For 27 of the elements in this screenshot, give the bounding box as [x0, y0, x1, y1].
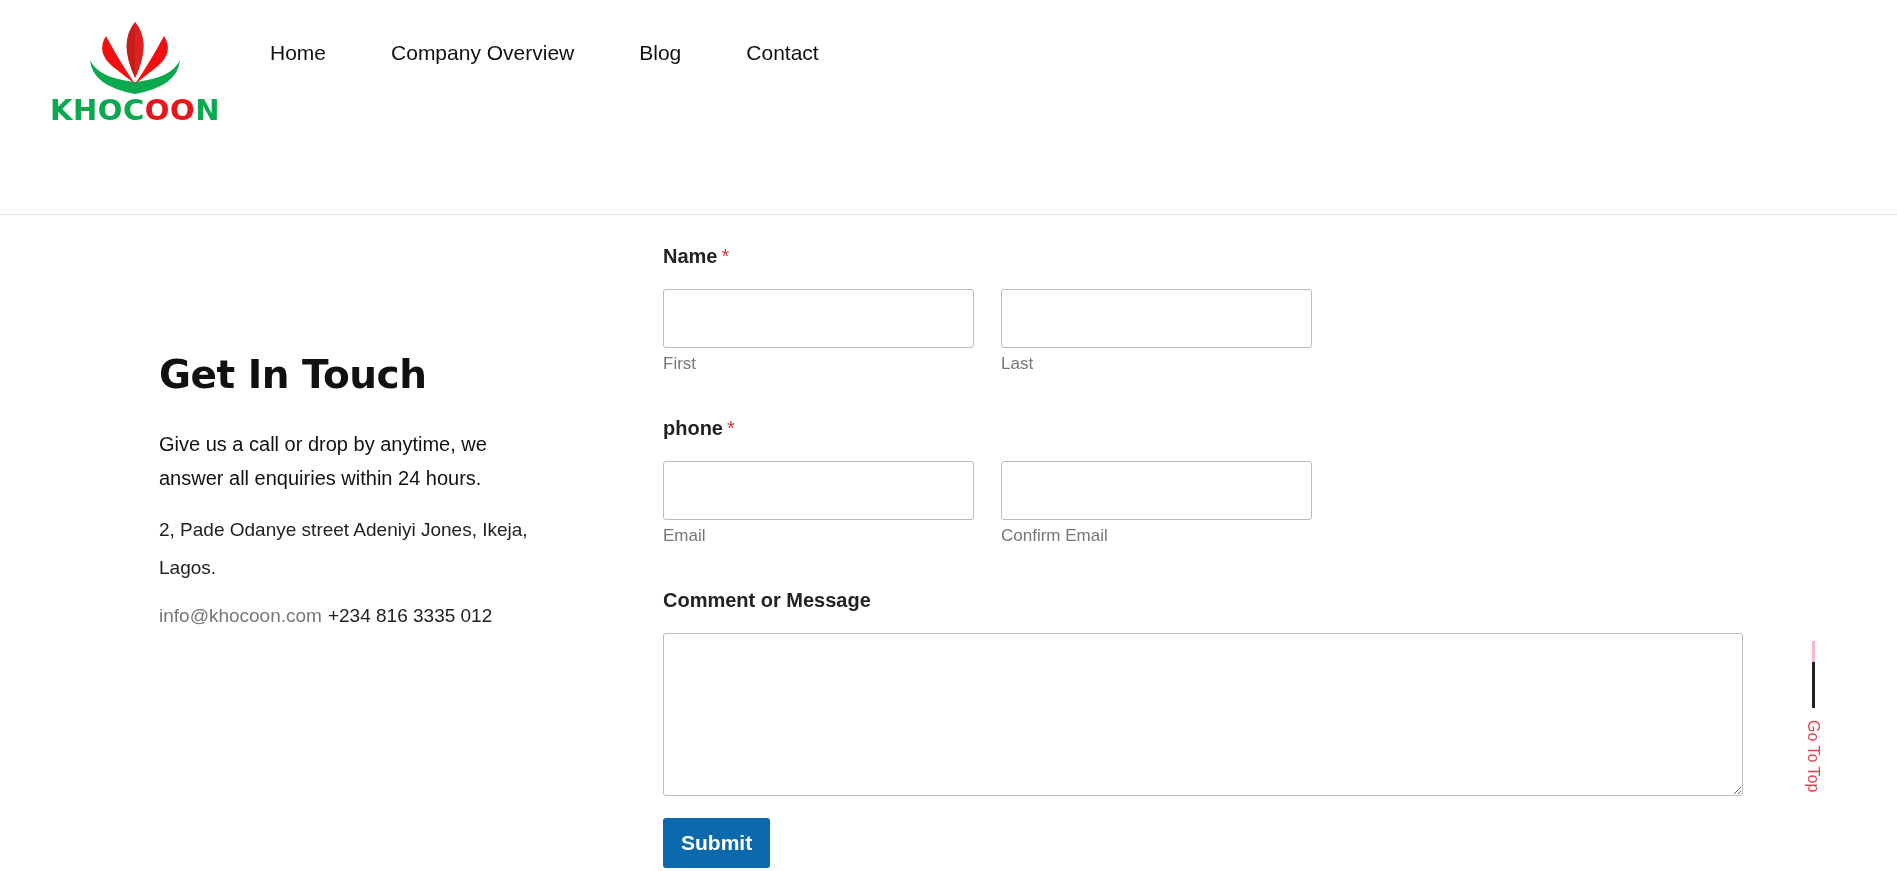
go-to-top-link[interactable]: Go To Top: [1804, 720, 1822, 793]
address-text: 2, Pade Odanye street Adeniyi Jones, Ikeja, Lagos.: [159, 518, 529, 580]
nav-link[interactable]: Blog: [639, 41, 682, 65]
message-textarea[interactable]: [663, 633, 1743, 796]
nav-link[interactable]: Home: [270, 41, 327, 65]
description-text: Give us a call or drop by anytime, we answer all enquiries within 24 hours.: [159, 432, 488, 491]
text-input-field[interactable]: [1001, 289, 1312, 348]
required-asterisk: *: [727, 417, 735, 439]
field-label: Comment or Message: [663, 589, 871, 611]
field-sublabel: Confirm Email: [1001, 526, 1109, 546]
field-sublabel: First: [663, 354, 698, 374]
email-link[interactable]: info@khocoon.com: [159, 605, 322, 626]
field-sublabel: Email: [663, 526, 707, 546]
nav-link[interactable]: Contact: [746, 41, 819, 65]
field-label: phone: [663, 417, 723, 439]
field-sublabel: Last: [1001, 354, 1035, 374]
phone-number: +234 816 3335 012: [327, 605, 493, 626]
field-label: Name: [663, 245, 718, 267]
section-heading: Get In Touch: [159, 352, 428, 397]
submit-button[interactable]: Submit: [663, 818, 771, 868]
scroll-indicator-line: [1811, 641, 1815, 708]
logo-text: KHOCOON: [50, 93, 220, 127]
text-input-field[interactable]: [663, 461, 974, 520]
required-asterisk: *: [721, 245, 730, 267]
nav-link[interactable]: Company Overview: [391, 41, 575, 65]
text-input-field[interactable]: [1001, 461, 1312, 520]
text-input-field[interactable]: [663, 289, 974, 348]
